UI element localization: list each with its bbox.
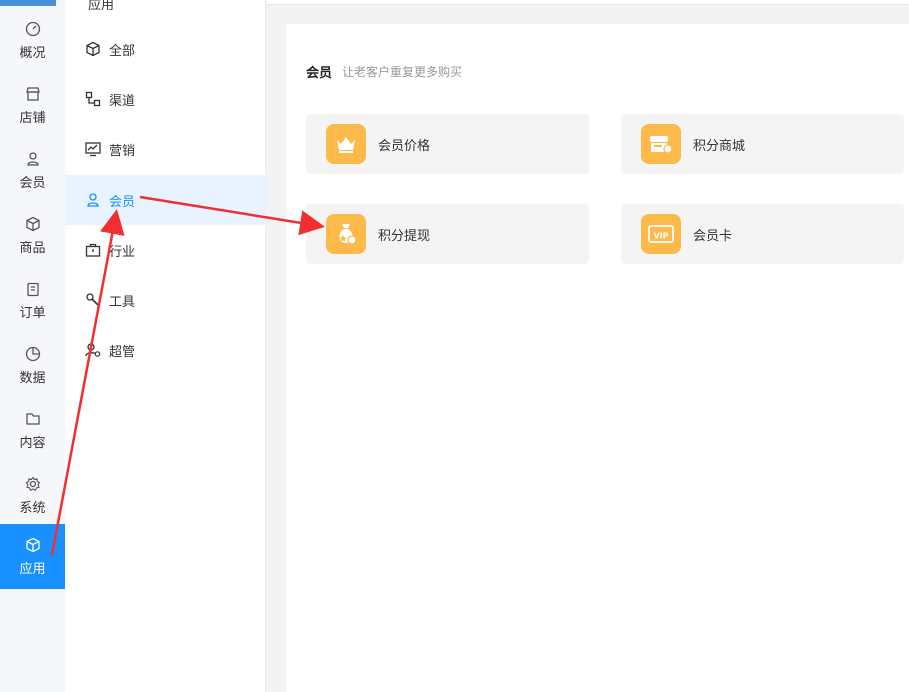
rail-item-system[interactable]: 系统 — [0, 463, 65, 528]
rail-item-label: 店铺 — [19, 110, 46, 126]
app-panel: 会员 让老客户重复更多购买 会员价格 积分商城 积分提现 VIP 会员卡 — [286, 24, 909, 692]
app-card-points-mall[interactable]: 积分商城 — [621, 114, 904, 174]
rail-item-label: 应用 — [19, 561, 46, 577]
app-card-label: 积分商城 — [693, 138, 746, 154]
pie-chart-icon — [25, 346, 40, 361]
app-card-member-price[interactable]: 会员价格 — [306, 114, 589, 174]
sub-item-label: 工具 — [109, 294, 136, 310]
app-card-label: 会员卡 — [693, 228, 733, 244]
rail-item-label: 概况 — [19, 45, 46, 61]
rail-item-label: 数据 — [19, 370, 46, 386]
vip-card-icon: VIP — [641, 214, 681, 254]
rail-item-label: 商品 — [19, 240, 46, 256]
sub-item-members[interactable]: 会员 — [65, 175, 266, 225]
briefcase-icon — [85, 243, 101, 257]
cube-icon — [25, 216, 40, 231]
folder-icon — [25, 412, 40, 425]
chart-monitor-icon — [85, 142, 101, 157]
cube-icon — [86, 41, 100, 57]
rail-item-data[interactable]: 数据 — [0, 333, 65, 398]
top-bar — [267, 0, 909, 5]
app-card-label: 积分提现 — [378, 228, 431, 244]
logo — [0, 0, 56, 6]
sub-item-label: 会员 — [109, 194, 136, 210]
sub-menu-title: 应用 — [65, 0, 137, 13]
sub-item-label: 行业 — [109, 244, 136, 260]
sub-item-label: 营销 — [109, 143, 136, 159]
cube-icon — [25, 537, 40, 552]
sub-item-marketing[interactable]: 营销 — [65, 124, 266, 174]
sub-item-tools[interactable]: 工具 — [65, 275, 266, 325]
user-icon — [87, 193, 99, 207]
rail-item-label: 系统 — [19, 500, 46, 516]
rail-item-overview[interactable]: 概况 — [0, 8, 65, 73]
rail-item-label: 订单 — [19, 305, 46, 321]
rail-item-label: 内容 — [19, 435, 46, 451]
sub-item-all[interactable]: 全部 — [65, 24, 266, 74]
sub-item-industry[interactable]: 行业 — [65, 225, 266, 275]
app-card-label: 会员价格 — [378, 138, 431, 154]
sub-item-label: 渠道 — [109, 93, 136, 109]
user-icon — [26, 151, 39, 166]
dashboard-icon — [25, 21, 40, 36]
clipboard-icon — [26, 282, 39, 296]
sub-item-label: 超管 — [109, 344, 136, 360]
rail-item-goods[interactable]: 商品 — [0, 203, 65, 268]
admin-user-icon — [85, 343, 101, 357]
sub-item-label: 全部 — [109, 43, 136, 59]
section-title: 会员 — [306, 66, 333, 81]
svg-text:VIP: VIP — [653, 232, 668, 241]
channel-icon — [85, 91, 101, 107]
sub-item-channel[interactable]: 渠道 — [65, 74, 266, 124]
app-card-member-card[interactable]: VIP 会员卡 — [621, 204, 904, 264]
rail-item-apps[interactable]: 应用 — [0, 524, 65, 589]
money-bag-icon — [326, 214, 366, 254]
gear-icon — [25, 476, 40, 491]
sub-item-super-admin[interactable]: 超管 — [65, 325, 266, 375]
tool-icon — [86, 293, 100, 307]
rail-item-members[interactable]: 会员 — [0, 138, 65, 203]
rail-item-label: 会员 — [19, 175, 46, 191]
rail-item-content[interactable]: 内容 — [0, 398, 65, 463]
store-icon — [25, 86, 40, 101]
app-category-menu: 全部 渠道 营销 会员 行业 工具 超管 — [65, 0, 266, 692]
rail-item-orders[interactable]: 订单 — [0, 268, 65, 333]
main-nav-rail: 概况 店铺 会员 商品 订单 数据 内容 系统 应用 — [0, 0, 65, 692]
shop-points-icon — [641, 124, 681, 164]
rail-item-store[interactable]: 店铺 — [0, 73, 65, 138]
crown-icon — [326, 124, 366, 164]
section-description: 让老客户重复更多购买 — [342, 65, 463, 79]
app-card-points-withdraw[interactable]: 积分提现 — [306, 204, 589, 264]
